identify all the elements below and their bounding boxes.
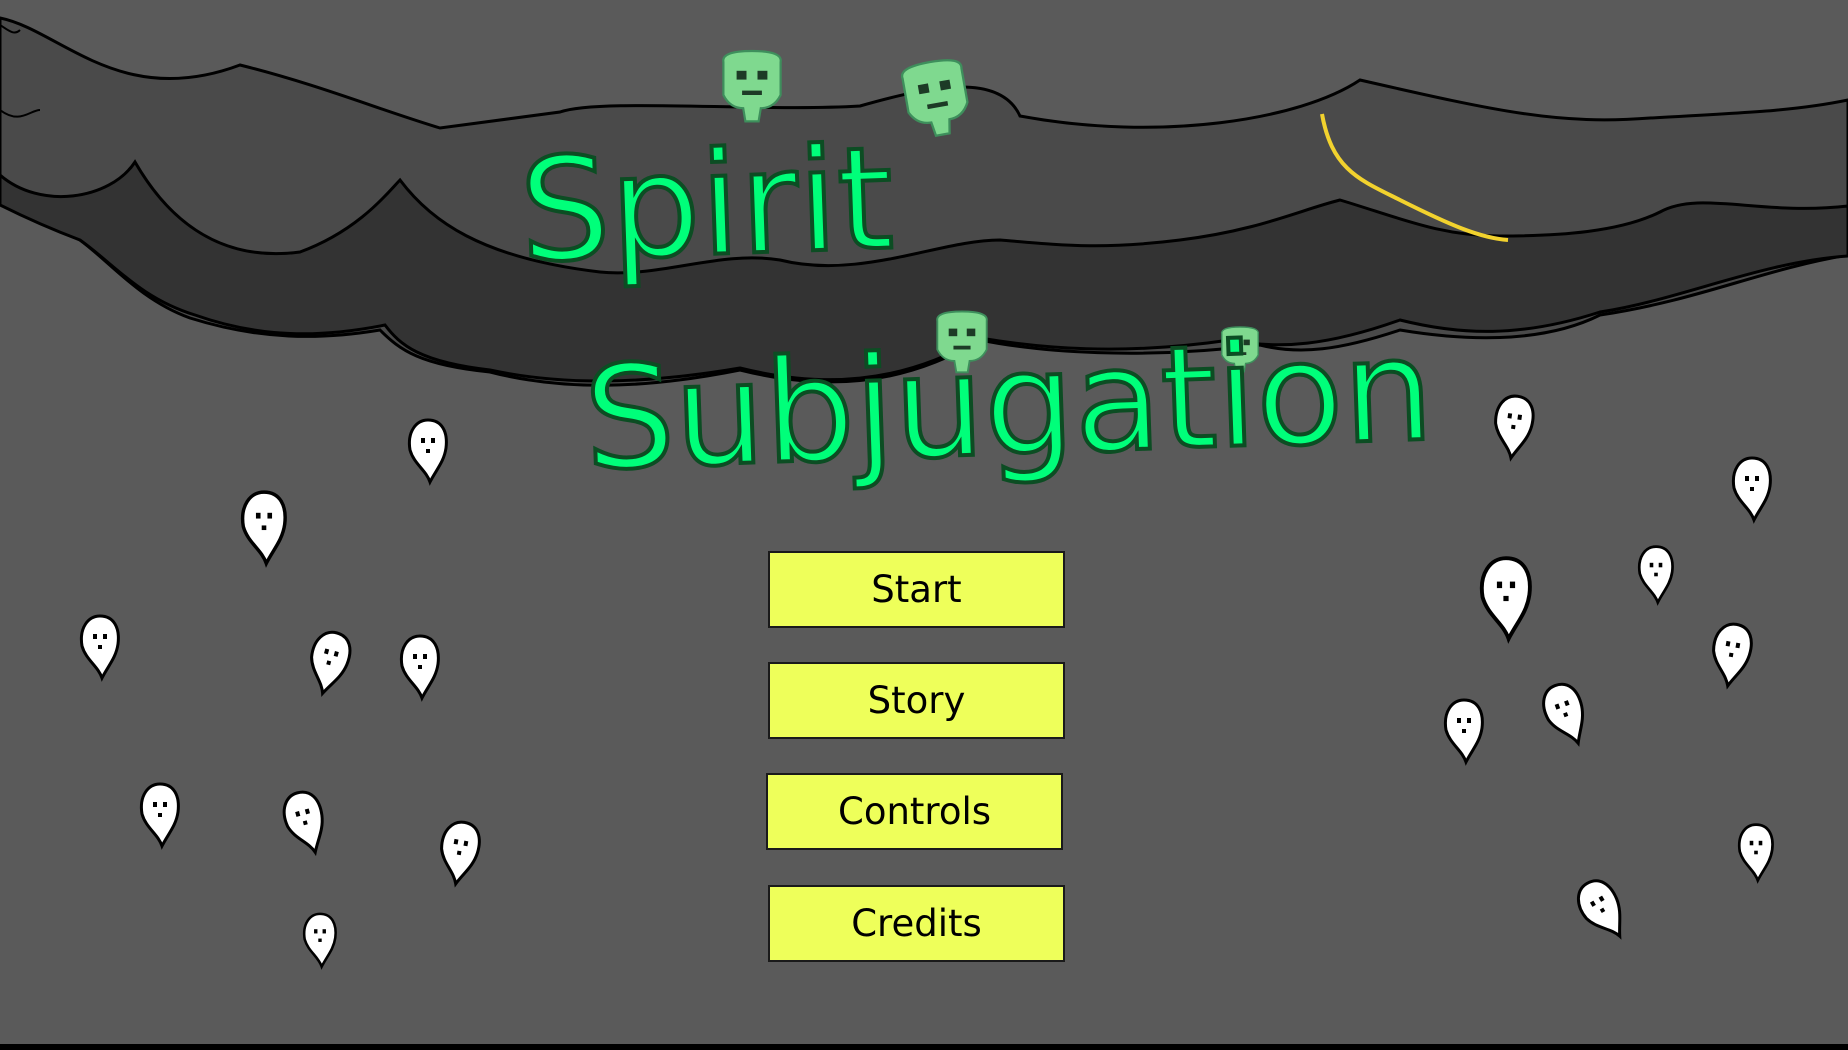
- bottom-border: [0, 1044, 1848, 1050]
- controls-button[interactable]: Controls: [766, 773, 1063, 850]
- ghost-icon: [1479, 556, 1532, 641]
- ghost-icon: [79, 614, 120, 680]
- ghost-icon: [433, 817, 485, 889]
- ghost-icon: [407, 418, 448, 484]
- ghost-icon: [1536, 677, 1596, 752]
- ghost-icon: [240, 490, 287, 566]
- ghost-icon: [1443, 698, 1484, 764]
- ghost-icon: [302, 912, 337, 968]
- ghost-icon: [277, 786, 333, 860]
- story-button[interactable]: Story: [768, 662, 1065, 739]
- ghost-icon: [1637, 545, 1674, 604]
- credits-button[interactable]: Credits: [768, 885, 1065, 962]
- ghost-icon: [399, 634, 440, 700]
- ghost-icon: [1737, 823, 1774, 882]
- game-screen: SpiritSubjugation Start Story Controls C…: [0, 0, 1848, 1044]
- ghost-icon: [1489, 392, 1538, 462]
- ghost-icon: [1705, 619, 1757, 691]
- ghost-icon: [1731, 456, 1772, 522]
- ghost-icon: [139, 782, 180, 848]
- ghost-icon: [301, 626, 356, 700]
- start-button[interactable]: Start: [768, 551, 1065, 628]
- ghost-icon: [1569, 872, 1636, 948]
